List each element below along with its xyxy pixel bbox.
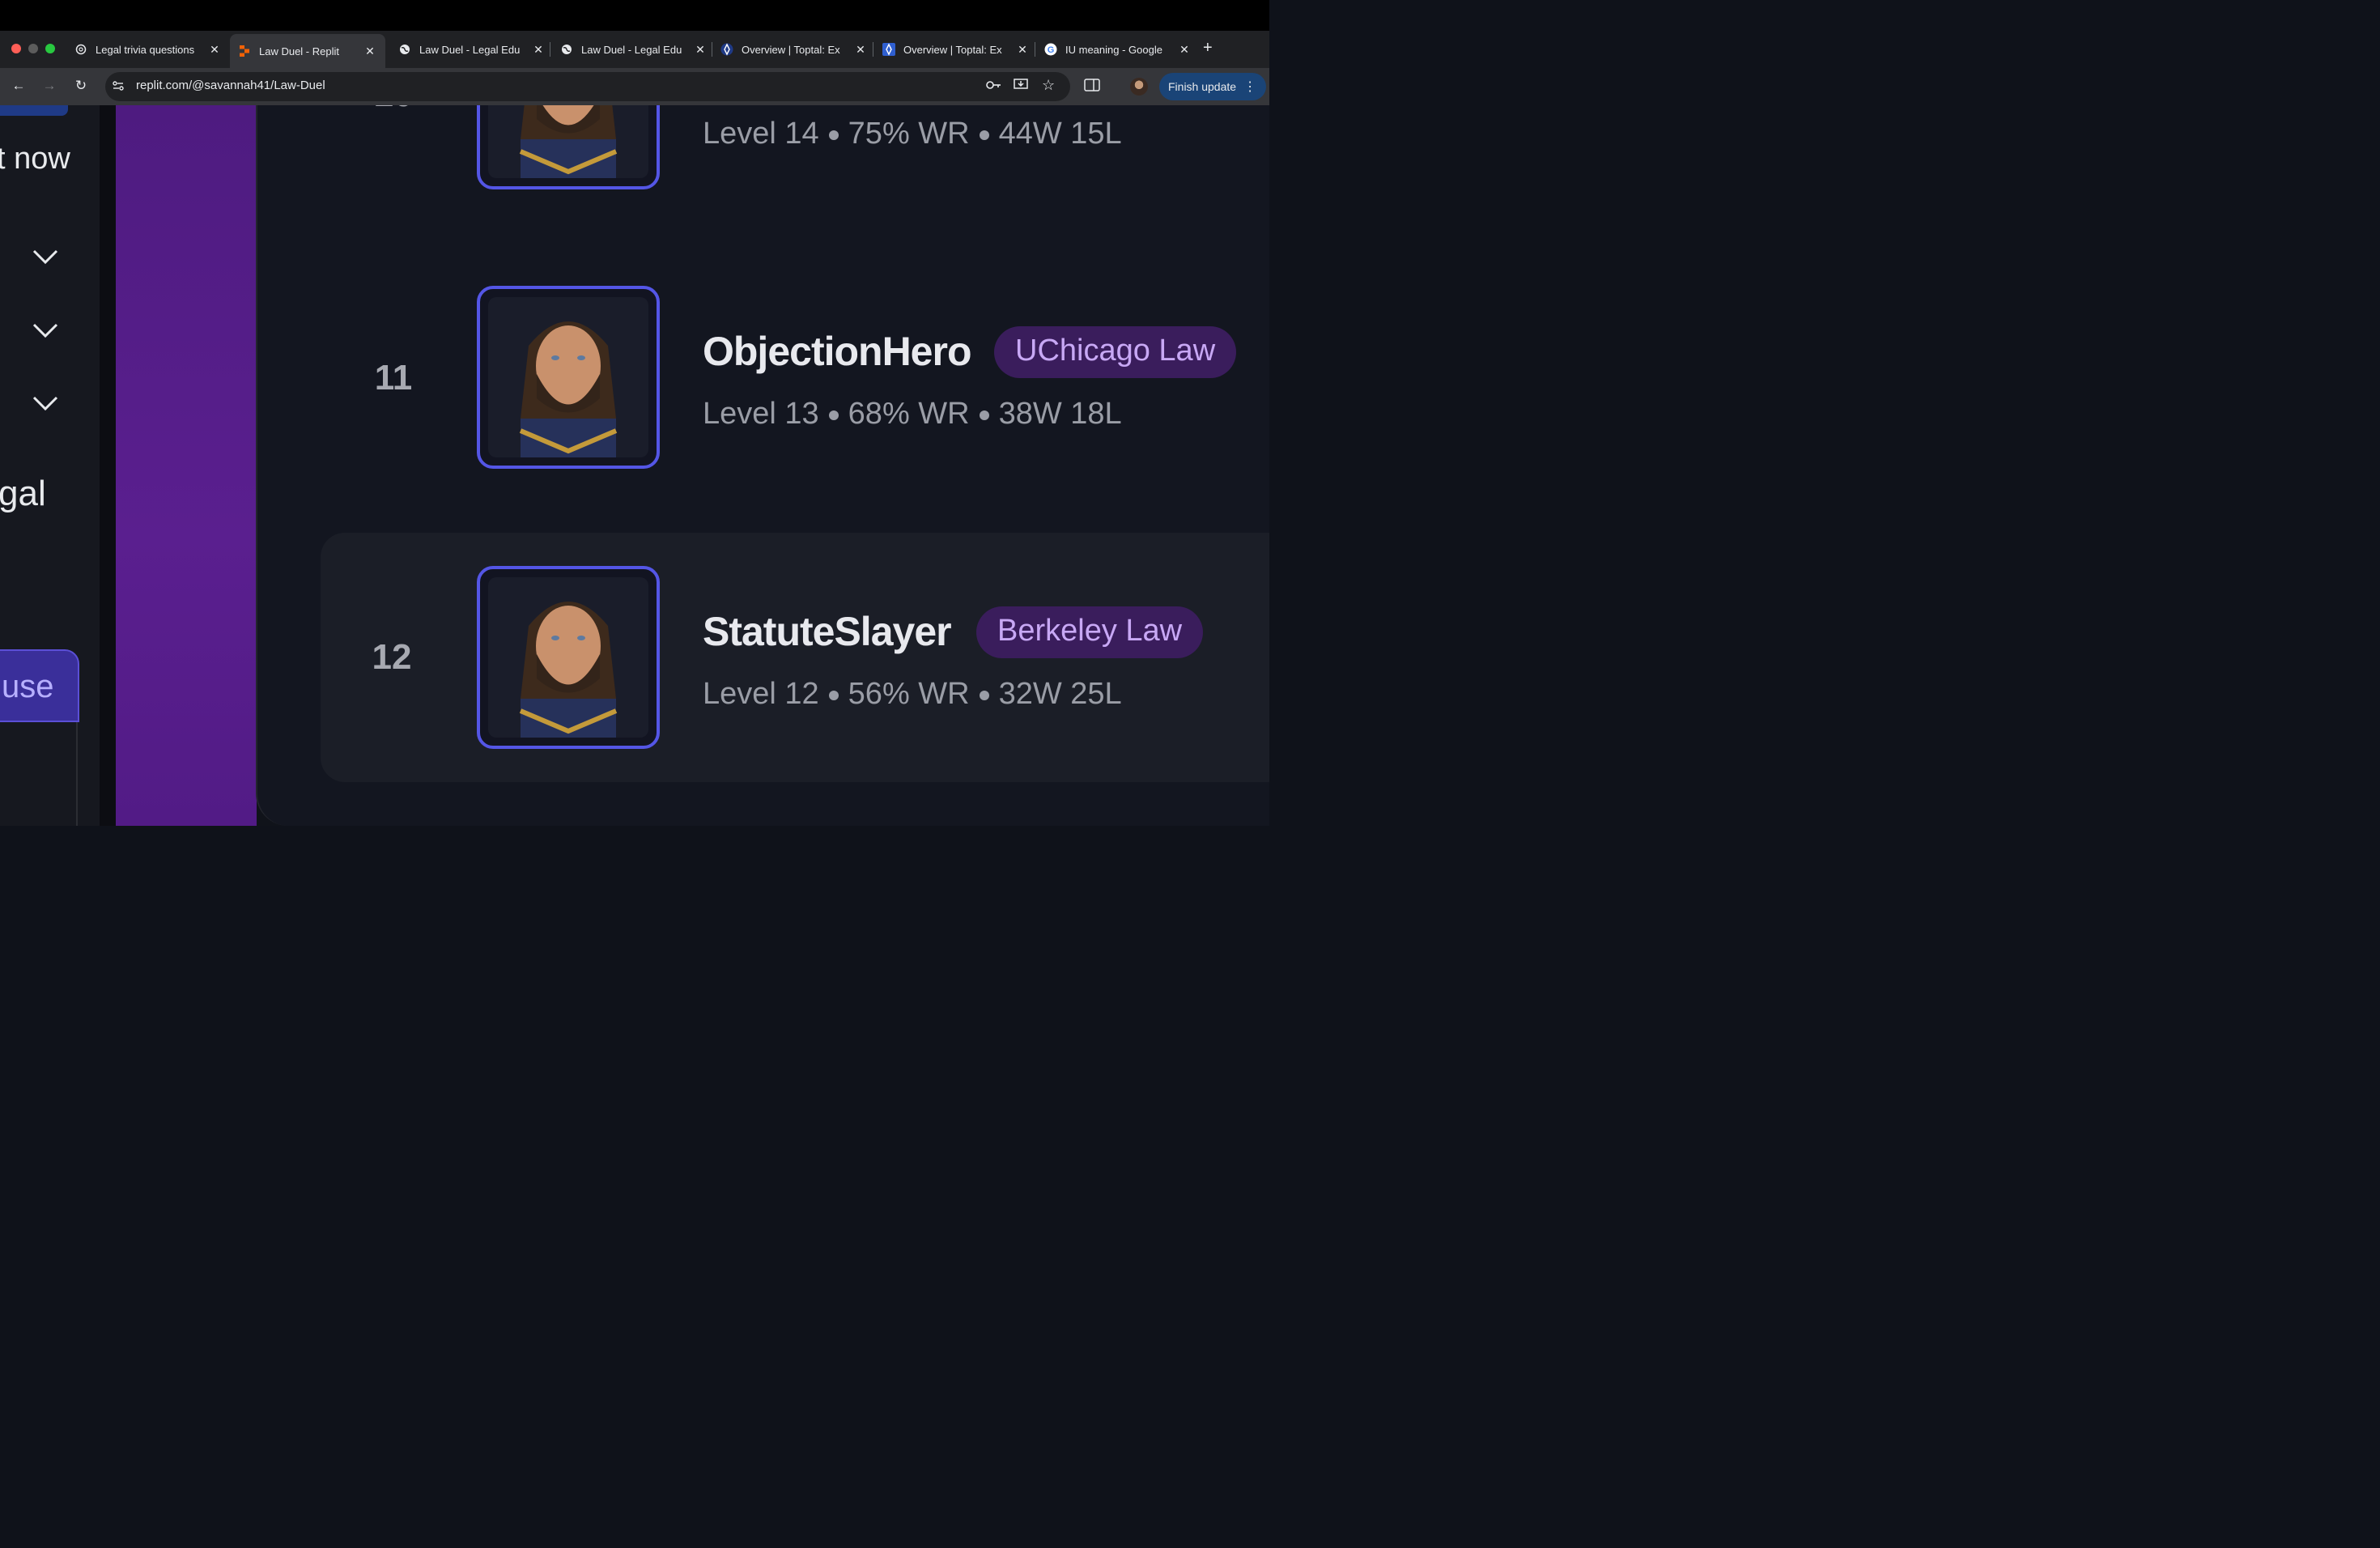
tab-label: Overview | Toptal: Ex xyxy=(903,43,1002,56)
player-winrate: 56% WR xyxy=(848,677,970,711)
tab-iu-meaning[interactable]: G IU meaning - Google ✕ xyxy=(1044,37,1190,62)
google-icon: G xyxy=(1044,43,1057,56)
chevron-down-icon[interactable] xyxy=(32,321,58,339)
close-tab-icon[interactable]: ✕ xyxy=(364,45,376,58)
player-stats: Level 12 56% WR 32W 25L xyxy=(703,677,1122,712)
separator-dot xyxy=(828,690,839,700)
chevron-down-icon[interactable] xyxy=(32,248,58,266)
close-tab-icon[interactable]: ✕ xyxy=(855,43,866,57)
close-tab-icon[interactable]: ✕ xyxy=(695,43,706,57)
close-window-button[interactable] xyxy=(11,44,21,53)
player-winrate: 75% WR xyxy=(848,117,970,151)
new-tab-button[interactable]: + xyxy=(1203,39,1213,57)
close-tab-icon[interactable]: ✕ xyxy=(209,43,220,57)
tab-toptal-2[interactable]: Overview | Toptal: Ex ✕ xyxy=(882,37,1028,62)
globe-icon xyxy=(398,43,411,56)
player-level: Level 14 xyxy=(703,117,819,151)
player-winrate: 68% WR xyxy=(848,397,970,431)
sidebar-box xyxy=(0,722,78,826)
player-name: ObjectionHero xyxy=(703,329,971,374)
profile-avatar[interactable] xyxy=(1130,78,1148,96)
player-portrait xyxy=(488,105,648,178)
toptal-icon xyxy=(882,43,895,56)
replit-icon xyxy=(238,45,251,57)
back-button[interactable]: ← xyxy=(10,78,28,94)
side-panel-icon[interactable] xyxy=(1084,79,1100,96)
player-portrait xyxy=(488,297,648,457)
forward-button[interactable]: → xyxy=(40,78,58,94)
rank-number: 11 xyxy=(374,358,413,398)
player-stats: Level 13 68% WR 38W 18L xyxy=(703,397,1122,432)
reload-button[interactable]: ↻ xyxy=(72,78,90,94)
close-tab-icon[interactable]: ✕ xyxy=(1017,43,1028,57)
close-tab-icon[interactable]: ✕ xyxy=(1179,43,1190,57)
tab-label: Law Duel - Legal Edu xyxy=(419,43,521,56)
player-level: Level 13 xyxy=(703,397,819,431)
globe-icon xyxy=(560,43,573,56)
chevron-down-icon[interactable] xyxy=(32,394,58,412)
tab-toptal-1[interactable]: Overview | Toptal: Ex ✕ xyxy=(720,37,866,62)
close-tab-icon[interactable]: ✕ xyxy=(533,43,544,57)
more-menu-icon[interactable]: ⋮ xyxy=(1243,79,1256,95)
openai-icon xyxy=(74,43,87,56)
player-avatar[interactable] xyxy=(477,105,660,189)
top-blue-button[interactable] xyxy=(0,105,68,116)
separator-dot xyxy=(979,410,989,420)
purple-strip xyxy=(116,105,257,826)
player-name: StatuteSlayer xyxy=(703,609,952,654)
section-heading: t now xyxy=(0,142,70,176)
rank-number: 12 xyxy=(372,637,412,677)
separator-dot xyxy=(828,130,839,140)
player-record: 32W 25L xyxy=(998,677,1122,711)
player-avatar[interactable] xyxy=(477,286,660,469)
key-icon[interactable] xyxy=(985,79,1001,96)
divider xyxy=(100,105,116,826)
zoom-window-button[interactable] xyxy=(45,44,55,53)
tab-label: Law Duel - Legal Edu xyxy=(581,43,682,56)
page-content: t now gal use 10 Level 14 75% WR 44W 15L 1… xyxy=(0,105,1269,826)
player-level: Level 12 xyxy=(703,677,819,711)
separator-dot xyxy=(979,130,989,140)
tab-label: IU meaning - Google xyxy=(1065,43,1162,56)
tab-label: Law Duel - Replit xyxy=(259,45,339,57)
separator-dot xyxy=(979,690,989,700)
install-app-icon[interactable] xyxy=(1014,79,1028,96)
section-text: gal xyxy=(0,474,46,513)
player-stats: Level 14 75% WR 44W 15L xyxy=(703,117,1122,151)
separator-dot xyxy=(828,410,839,420)
tab-law-duel-replit[interactable]: Law Duel - Replit ✕ xyxy=(230,34,385,68)
tab-legal-trivia[interactable]: Legal trivia questions ✕ xyxy=(74,37,220,62)
os-top-bar xyxy=(0,0,1269,31)
tab-label: Overview | Toptal: Ex xyxy=(742,43,840,56)
rank-number: 10 xyxy=(361,105,426,115)
bookmark-star-icon[interactable]: ☆ xyxy=(1042,77,1055,94)
tab-label: Legal trivia questions xyxy=(96,43,195,56)
minimize-window-button[interactable] xyxy=(28,44,38,53)
site-settings-icon[interactable] xyxy=(112,79,125,96)
player-avatar[interactable] xyxy=(477,566,660,749)
url-text: replit.com/@savannah41/Law-Duel xyxy=(136,79,325,92)
player-record: 38W 18L xyxy=(998,397,1122,431)
player-record: 44W 15L xyxy=(998,117,1122,151)
toptal-icon xyxy=(720,43,733,56)
tab-law-duel-legal-1[interactable]: Law Duel - Legal Edu ✕ xyxy=(398,37,544,62)
finish-update-label: Finish update xyxy=(1168,80,1237,93)
finish-update-button[interactable]: Finish update ⋮ xyxy=(1159,73,1266,100)
school-badge: UChicago Law xyxy=(994,326,1237,378)
pause-button[interactable]: use xyxy=(0,649,79,722)
school-badge: Berkeley Law xyxy=(976,606,1204,658)
left-panel: t now gal use xyxy=(0,105,100,826)
svg-text:G: G xyxy=(1048,45,1055,55)
tab-law-duel-legal-2[interactable]: Law Duel - Legal Edu ✕ xyxy=(560,37,706,62)
player-portrait xyxy=(488,577,648,738)
